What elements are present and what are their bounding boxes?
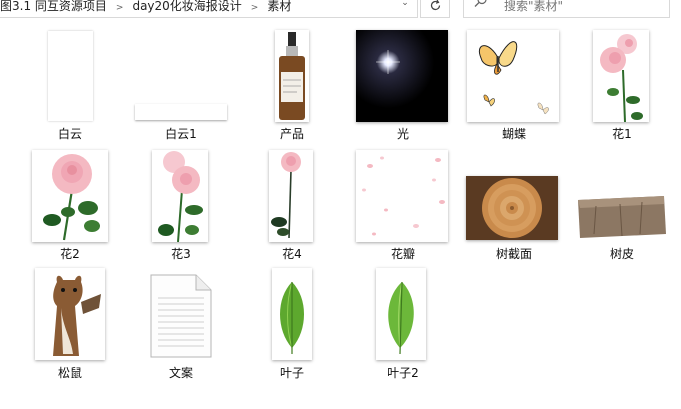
light-flare-image: [356, 30, 448, 122]
petals-image: [356, 150, 448, 242]
leaf-image: [272, 268, 312, 360]
file-thumbnail: [48, 31, 93, 121]
file-item[interactable]: 光: [348, 20, 458, 141]
file-item[interactable]: 文案: [126, 258, 236, 380]
file-name: 叶子2: [387, 366, 419, 380]
file-thumbnail: [466, 176, 558, 240]
file-item[interactable]: 树皮: [567, 140, 677, 261]
file-item[interactable]: 花瓣: [348, 140, 458, 261]
tree-bark-image: [578, 196, 666, 238]
file-thumbnail: [152, 150, 208, 242]
refresh-icon: [430, 0, 441, 11]
file-name: 叶子: [279, 366, 304, 380]
file-item[interactable]: 蝴蝶: [459, 20, 569, 141]
file-item[interactable]: 叶子: [237, 258, 347, 380]
file-item[interactable]: 白云: [15, 20, 125, 141]
chevron-right-icon[interactable]: >: [116, 0, 124, 17]
file-thumbnail: [467, 30, 559, 122]
file-item[interactable]: 树截面: [459, 140, 569, 261]
breadcrumb-item[interactable]: day20化妆海报设计: [132, 0, 241, 17]
address-toolbar: 图3.1 同互资源项目 > day20化妆海报设计 > 素材 ⌄ 搜索"素材": [0, 0, 681, 22]
rose-image: [593, 30, 649, 122]
file-thumbnail: [593, 30, 649, 122]
rose-image: [32, 150, 108, 242]
file-item[interactable]: 花2: [15, 140, 125, 261]
file-thumbnail: [32, 150, 108, 242]
leaf-image: [376, 268, 426, 360]
search-box[interactable]: 搜索"素材": [463, 0, 670, 18]
file-name: 树截面: [495, 247, 532, 261]
squirrel-image: [35, 268, 105, 360]
chevron-right-icon[interactable]: >: [251, 0, 259, 17]
file-name: 树皮: [609, 247, 634, 261]
file-thumbnail: [356, 30, 448, 122]
search-icon: [474, 0, 487, 7]
file-thumbnail: [376, 268, 426, 360]
file-thumbnail: [135, 104, 227, 120]
file-item[interactable]: 松鼠: [15, 258, 125, 380]
file-item[interactable]: 产品: [237, 20, 347, 141]
text-document-icon: [150, 274, 212, 358]
file-thumbnail: [269, 150, 313, 242]
file-thumbnail: [150, 274, 212, 358]
breadcrumb-item[interactable]: 图3.1 同互资源项目: [0, 0, 107, 17]
file-thumbnail: [356, 150, 448, 242]
log-cross-section-image: [466, 176, 558, 240]
file-name: 松鼠: [57, 366, 82, 380]
file-name: 文案: [168, 366, 193, 380]
serum-bottle-image: [275, 30, 309, 122]
chevron-down-icon[interactable]: ⌄: [398, 0, 412, 14]
file-thumbnail: [275, 30, 309, 122]
breadcrumb-item[interactable]: 素材: [267, 0, 291, 17]
file-item[interactable]: 叶子2: [348, 258, 458, 380]
address-bar[interactable]: 图3.1 同互资源项目 > day20化妆海报设计 > 素材: [0, 0, 418, 18]
file-item[interactable]: 花1: [567, 20, 677, 141]
file-thumbnail: [576, 194, 668, 240]
butterfly-image: [467, 30, 559, 122]
file-thumbnail: [35, 268, 105, 360]
refresh-button[interactable]: [420, 0, 450, 18]
search-placeholder: 搜索"素材": [504, 0, 564, 13]
file-thumbnail: [272, 268, 312, 360]
rose-image: [269, 150, 313, 242]
file-item[interactable]: 花4: [237, 140, 347, 261]
rose-image: [152, 150, 208, 242]
file-item[interactable]: 花3: [126, 140, 236, 261]
file-item[interactable]: 白云1: [126, 20, 236, 141]
